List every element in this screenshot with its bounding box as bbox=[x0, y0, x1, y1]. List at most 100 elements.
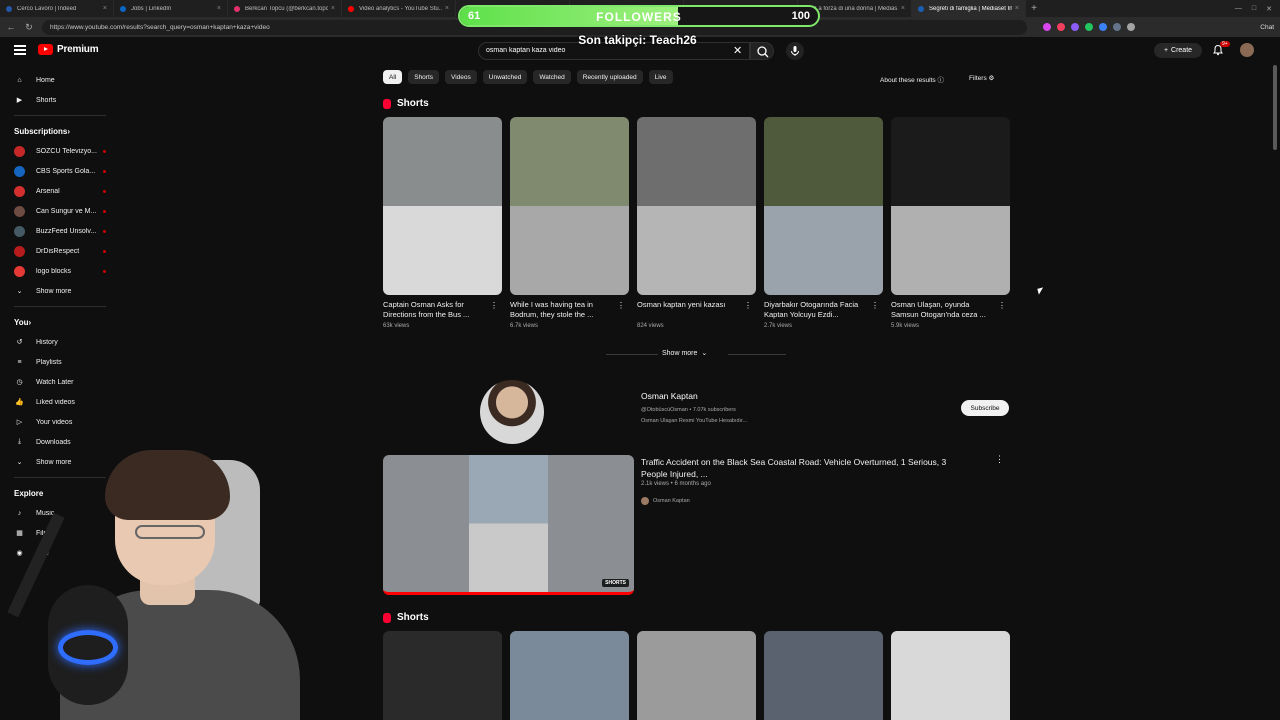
short-card[interactable]: Diyarbakır Otogarında Facia Kaptan Yolcu… bbox=[764, 117, 883, 329]
maximize-icon[interactable]: □ bbox=[1252, 5, 1256, 13]
tab-close-icon[interactable]: × bbox=[445, 5, 449, 12]
short-card[interactable] bbox=[637, 631, 756, 720]
more-options-icon[interactable]: ⋮ bbox=[490, 301, 498, 310]
subscription-item[interactable]: logo blocks bbox=[0, 261, 120, 281]
chip-watched[interactable]: Watched bbox=[533, 70, 571, 84]
extension-icon[interactable] bbox=[1113, 23, 1121, 31]
chip-recently-uploaded[interactable]: Recently uploaded bbox=[576, 70, 643, 84]
channel-name[interactable]: Osman Kaptan bbox=[641, 391, 698, 401]
search-input[interactable] bbox=[486, 47, 726, 54]
sidebar-item[interactable]: ◷ Watch Later bbox=[0, 372, 120, 392]
tab-close-icon[interactable]: × bbox=[217, 5, 221, 12]
browser-tab[interactable]: Jobs | LinkedIn × bbox=[114, 0, 228, 17]
short-title[interactable]: Diyarbakır Otogarında Facia Kaptan Yolcu… bbox=[764, 300, 868, 320]
browser-tab[interactable]: Segreti di famiglia | Mediaset In... × bbox=[912, 0, 1026, 17]
short-title[interactable]: Captain Osman Asks for Directions from t… bbox=[383, 300, 487, 320]
short-title[interactable]: Osman kaptan yeni kazası bbox=[637, 300, 741, 320]
browser-tab[interactable]: Video analytics - YouTube Stu... × bbox=[342, 0, 456, 17]
extension-icon[interactable] bbox=[1085, 23, 1093, 31]
short-thumbnail[interactable] bbox=[510, 117, 629, 295]
short-thumbnail[interactable] bbox=[383, 117, 502, 295]
short-thumbnail[interactable] bbox=[637, 117, 756, 295]
new-tab-icon[interactable]: + bbox=[1026, 3, 1042, 14]
short-card[interactable] bbox=[764, 631, 883, 720]
tab-close-icon[interactable]: × bbox=[901, 5, 905, 12]
menu-icon[interactable] bbox=[14, 45, 26, 55]
chip-videos[interactable]: Videos bbox=[445, 70, 477, 84]
video-channel[interactable]: Osman Kaptan bbox=[641, 497, 690, 505]
account-avatar[interactable] bbox=[1240, 43, 1254, 57]
short-thumbnail[interactable] bbox=[637, 631, 756, 720]
short-card[interactable] bbox=[891, 631, 1010, 720]
channel-avatar[interactable] bbox=[480, 380, 544, 444]
short-thumbnail[interactable] bbox=[891, 117, 1010, 295]
voice-search-button[interactable] bbox=[786, 42, 804, 60]
close-window-icon[interactable]: ✕ bbox=[1266, 5, 1272, 13]
subscription-item[interactable]: SÖZCÜ Televizyo... bbox=[0, 141, 120, 161]
sidebar-item[interactable]: ↺ History bbox=[0, 332, 120, 352]
shorts-logo-icon bbox=[383, 612, 391, 623]
short-thumbnail[interactable] bbox=[891, 631, 1010, 720]
short-title[interactable]: While I was having tea in Bodrum, they s… bbox=[510, 300, 614, 320]
subscriptions-header[interactable]: Subscriptions › bbox=[0, 121, 120, 141]
create-button[interactable]: + Create bbox=[1154, 43, 1202, 58]
chip-shorts[interactable]: Shorts bbox=[408, 70, 440, 84]
chat-button[interactable]: Chat bbox=[1260, 24, 1274, 31]
video-title[interactable]: Traffic Accident on the Black Sea Coasta… bbox=[641, 456, 971, 480]
short-card[interactable]: Osman kaptan yeni kazası 824 views ⋮ bbox=[637, 117, 756, 329]
subscription-item[interactable]: BuzzFeed Unsolv... bbox=[0, 221, 120, 241]
extension-icon[interactable] bbox=[1071, 23, 1079, 31]
reload-icon[interactable]: ↻ bbox=[24, 22, 34, 33]
subscription-item[interactable]: Can Sungur ve M... bbox=[0, 201, 120, 221]
filters-button[interactable]: Filters ⚙ bbox=[969, 74, 994, 82]
tab-close-icon[interactable]: × bbox=[331, 5, 335, 12]
subscription-label: Can Sungur ve M... bbox=[36, 207, 97, 215]
subscription-item[interactable]: CBS Sports Gola... bbox=[0, 161, 120, 181]
youtube-logo[interactable]: Premium bbox=[38, 44, 99, 55]
chip-live[interactable]: Live bbox=[648, 70, 673, 84]
short-card[interactable] bbox=[510, 631, 629, 720]
tab-close-icon[interactable]: × bbox=[1015, 5, 1019, 12]
short-card[interactable] bbox=[383, 631, 502, 720]
search-button[interactable] bbox=[750, 42, 774, 60]
short-thumbnail[interactable] bbox=[510, 631, 629, 720]
video-more-options-icon[interactable]: ⋮ bbox=[995, 454, 1004, 465]
show-more-shorts-button[interactable]: Show more ⌄ bbox=[662, 349, 707, 358]
sidebar-item[interactable]: ▷ Your videos bbox=[0, 412, 120, 432]
short-card[interactable]: Osman Ulaşan, oyunda Samsun Otogarı'nda … bbox=[891, 117, 1010, 329]
scrollbar-thumb[interactable] bbox=[1273, 65, 1277, 150]
extension-icon[interactable] bbox=[1043, 23, 1051, 31]
extension-icon[interactable] bbox=[1099, 23, 1107, 31]
browser-tab[interactable]: Berkcan Topcu (@berkcan.topc... × bbox=[228, 0, 342, 17]
chip-unwatched[interactable]: Unwatched bbox=[482, 70, 528, 84]
subscription-item[interactable]: Arsenal bbox=[0, 181, 120, 201]
about-results-link[interactable]: About these results ⓘ bbox=[880, 74, 944, 84]
sidebar-item[interactable]: 👍 Liked videos bbox=[0, 392, 120, 412]
extension-icon[interactable] bbox=[1057, 23, 1065, 31]
scrollbar[interactable] bbox=[1272, 65, 1278, 720]
you-header[interactable]: You › bbox=[0, 312, 120, 332]
short-thumbnail[interactable] bbox=[764, 117, 883, 295]
sidebar-item[interactable]: ≡ Playlists bbox=[0, 352, 120, 372]
short-card[interactable]: Captain Osman Asks for Directions from t… bbox=[383, 117, 502, 329]
short-title[interactable]: Osman Ulaşan, oyunda Samsun Otogarı'nda … bbox=[891, 300, 995, 320]
back-icon[interactable]: ← bbox=[6, 22, 16, 32]
sidebar-show-more[interactable]: ⌄ Show more bbox=[0, 281, 120, 301]
subscribe-button[interactable]: Subscribe bbox=[961, 400, 1009, 416]
tab-close-icon[interactable]: × bbox=[103, 5, 107, 12]
minimize-icon[interactable]: — bbox=[1235, 5, 1242, 13]
more-options-icon[interactable]: ⋮ bbox=[998, 301, 1006, 310]
more-options-icon[interactable]: ⋮ bbox=[871, 301, 879, 310]
short-thumbnail[interactable] bbox=[383, 631, 502, 720]
sidebar-item[interactable]: ⌂ Home bbox=[0, 70, 120, 90]
sidebar-item[interactable]: ▶ Shorts bbox=[0, 90, 120, 110]
chip-all[interactable]: All bbox=[383, 70, 403, 84]
video-thumbnail[interactable]: SHORTS bbox=[383, 455, 634, 595]
short-thumbnail[interactable] bbox=[764, 631, 883, 720]
more-options-icon[interactable]: ⋮ bbox=[617, 301, 625, 310]
browser-tab[interactable]: Cerco Lavoro | Indeed × bbox=[0, 0, 114, 17]
subscription-item[interactable]: DrDisRespect bbox=[0, 241, 120, 261]
profile-icon[interactable] bbox=[1127, 23, 1135, 31]
more-options-icon[interactable]: ⋮ bbox=[744, 301, 752, 310]
short-card[interactable]: While I was having tea in Bodrum, they s… bbox=[510, 117, 629, 329]
